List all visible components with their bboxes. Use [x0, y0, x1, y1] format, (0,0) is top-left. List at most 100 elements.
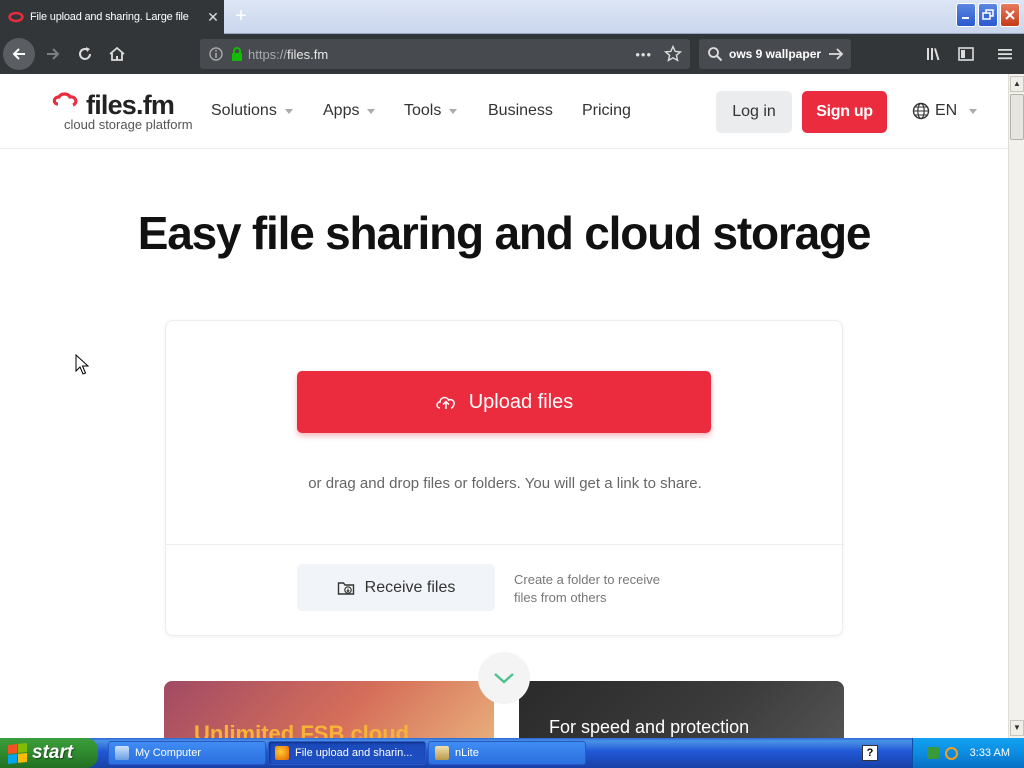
nlite-icon [435, 746, 449, 760]
taskbar-item-my-computer[interactable]: My Computer [108, 741, 266, 765]
language-label: EN [935, 102, 958, 119]
start-label: start [32, 742, 74, 763]
chevron-down-icon [284, 108, 293, 114]
page-actions-button[interactable]: ••• [635, 47, 652, 62]
library-button[interactable] [918, 38, 950, 70]
nav-item-tools[interactable]: Tools [404, 102, 458, 120]
nav-item-apps[interactable]: Apps [323, 102, 376, 120]
folder-download-icon [337, 581, 354, 595]
language-selector[interactable]: EN [912, 102, 978, 120]
taskbar-clock: 3:33 AM [969, 747, 1010, 759]
nav-item-label: Tools [404, 102, 442, 119]
system-tray: 3:33 AM [912, 738, 1024, 768]
files-fm-logo[interactable]: files.fm cloud storage platform [52, 92, 193, 132]
browser-tab[interactable]: File upload and sharing. Large file ✕ [0, 0, 224, 34]
minimize-icon [962, 17, 969, 19]
scroll-down-arrow-icon[interactable]: ▼ [1010, 720, 1024, 736]
scrollbar-thumb[interactable] [1010, 94, 1024, 140]
chevron-down-icon [969, 108, 978, 114]
logo-tagline: cloud storage platform [64, 117, 193, 132]
nav-item-label: Solutions [211, 102, 277, 119]
drag-drop-hint: or drag and drop files or folders. You w… [308, 475, 702, 492]
login-button[interactable]: Log in [716, 91, 792, 133]
taskbar-item-firefox[interactable]: File upload and sharin... [268, 741, 426, 765]
chevron-down-icon [367, 108, 376, 114]
taskbar-item-label: File upload and sharin... [295, 747, 413, 759]
bookmark-star-icon[interactable] [664, 45, 682, 63]
reload-button[interactable] [69, 38, 101, 70]
windows-logo-icon [8, 742, 27, 764]
logo-cloud-icon [52, 92, 78, 107]
restore-icon [982, 9, 994, 20]
library-icon [927, 48, 940, 61]
promo-card-speed[interactable]: For speed and protection [519, 681, 844, 738]
tab-close-icon[interactable]: ✕ [202, 9, 224, 26]
search-bar[interactable]: ows 9 wallpaper [699, 39, 851, 69]
arrow-left-icon [12, 48, 25, 60]
menu-button[interactable] [989, 38, 1021, 70]
new-tab-button[interactable]: + [228, 5, 254, 29]
taskbar-item-label: nLite [455, 747, 479, 759]
receive-files-label: Receive files [364, 578, 456, 596]
page-title: Easy file sharing and cloud storage [137, 207, 872, 259]
nav-item-label: Apps [323, 102, 360, 119]
forward-button[interactable] [37, 38, 69, 70]
lock-icon [232, 47, 242, 61]
help-icon[interactable]: ? [862, 745, 878, 761]
cloud-upload-icon [435, 396, 455, 409]
sidebar-toggle-button[interactable] [950, 38, 982, 70]
chevron-down-icon [449, 108, 458, 114]
home-icon [109, 46, 125, 61]
vertical-scrollbar[interactable]: ▲ ▼ [1008, 74, 1024, 738]
upload-card: Upload files or drag and drop files or f… [165, 320, 844, 636]
home-button[interactable] [101, 38, 133, 70]
promo-title: For speed and protection [549, 717, 750, 737]
receive-files-description: Create a folder to receive files from ot… [514, 572, 660, 605]
files-fm-favicon-icon [8, 11, 24, 23]
go-arrow-icon[interactable] [827, 46, 845, 62]
start-button[interactable]: start [0, 738, 98, 768]
signup-button[interactable]: Sign up [802, 91, 887, 133]
tab-strip: File upload and sharing. Large file ✕ + [0, 0, 1024, 34]
site-header: files.fm cloud storage platform Solution… [0, 74, 1008, 149]
info-icon[interactable] [208, 46, 224, 62]
firefox-icon [275, 746, 289, 760]
back-button[interactable] [3, 38, 35, 70]
computer-icon [115, 746, 129, 760]
network-icon[interactable] [927, 747, 939, 759]
upload-files-button[interactable]: Upload files [297, 371, 711, 433]
globe-icon [912, 102, 930, 120]
page-viewport: files.fm cloud storage platform Solution… [0, 74, 1008, 738]
tab-title: File upload and sharing. Large file [30, 11, 189, 23]
navigation-toolbar: https://files.fm ••• ows 9 wallpaper [0, 34, 1024, 74]
nav-item-label: Business [488, 102, 553, 119]
nav-item-business[interactable]: Business [488, 102, 553, 120]
search-tray-icon[interactable] [945, 746, 958, 760]
sidebar-icon [958, 47, 974, 61]
close-window-button[interactable] [1000, 3, 1020, 27]
url-text: https://files.fm [248, 46, 329, 62]
scroll-down-button[interactable] [478, 652, 530, 704]
windows-taskbar: start My Computer File upload and sharin… [0, 738, 1024, 768]
search-query: ows 9 wallpaper [729, 47, 822, 61]
divider [166, 544, 844, 545]
hamburger-icon [998, 49, 1012, 60]
scroll-up-arrow-icon[interactable]: ▲ [1010, 76, 1024, 92]
chevron-down-icon [494, 673, 514, 684]
mouse-cursor-icon [75, 354, 89, 375]
minimize-button[interactable] [956, 3, 976, 27]
search-icon [708, 47, 723, 62]
reload-icon [79, 47, 91, 60]
taskbar-item-label: My Computer [135, 747, 202, 759]
arrow-right-icon [47, 48, 60, 60]
nav-item-pricing[interactable]: Pricing [582, 102, 631, 120]
promo-title: Unlimited FSB cloud [194, 721, 410, 738]
nav-item-solutions[interactable]: Solutions [211, 102, 293, 120]
close-icon [1005, 10, 1015, 20]
promo-card-storage[interactable]: Unlimited FSB cloud [164, 681, 494, 738]
taskbar-item-nlite[interactable]: nLite [428, 741, 586, 765]
receive-files-button[interactable]: Receive files [297, 564, 495, 611]
restore-button[interactable] [978, 3, 998, 27]
nav-item-label: Pricing [582, 102, 631, 119]
address-bar[interactable]: https://files.fm ••• [200, 39, 690, 69]
